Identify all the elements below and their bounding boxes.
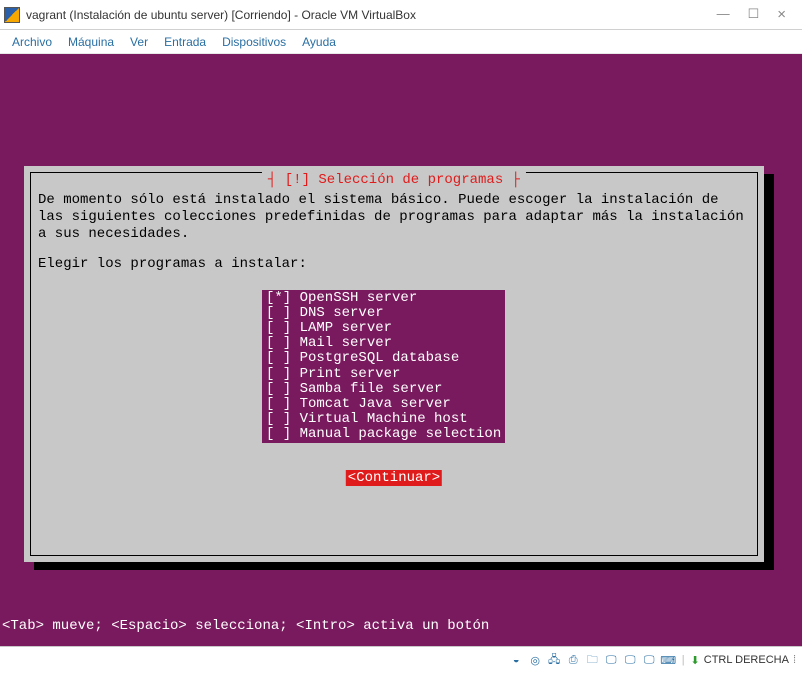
dialog-paragraph: De momento sólo está instalado el sistem… [38, 192, 750, 242]
shared-folders-icon[interactable]: 🗀 [585, 653, 600, 668]
menu-dispositivos[interactable]: Dispositivos [222, 35, 286, 49]
software-item[interactable]: [ ] Manual package selection [266, 427, 501, 442]
host-key-label: CTRL DERECHA [704, 654, 789, 666]
separator: | [682, 654, 685, 666]
vm-screen[interactable]: ┤ [!] Selección de programas ├ De moment… [0, 54, 802, 646]
menu-ver[interactable]: Ver [130, 35, 148, 49]
mouse-integration-icon[interactable]: ⌨ [661, 653, 676, 668]
window-titlebar: vagrant (Instalación de ubuntu server) [… [0, 0, 802, 30]
virtualbox-icon [4, 7, 20, 23]
dialog-content: De momento sólo está instalado el sistem… [38, 192, 750, 273]
software-item[interactable]: [ ] LAMP server [266, 321, 501, 336]
software-selection-list[interactable]: [*] OpenSSH server[ ] DNS server[ ] LAMP… [262, 290, 505, 443]
menu-ayuda[interactable]: Ayuda [302, 35, 336, 49]
audio-icon[interactable]: 🖵 [642, 653, 657, 668]
close-button[interactable]: × [777, 6, 786, 23]
host-key-indicator[interactable]: ⬇ CTRL DERECHA [691, 654, 789, 667]
software-item[interactable]: [ ] Print server [266, 367, 501, 382]
display-icon[interactable]: 🖵 [604, 653, 619, 668]
maximize-button[interactable]: ☐ [748, 6, 760, 23]
statusbar: ◒ ◎ 🖧 ⎙ 🗀 🖵 🖵 🖵 ⌨ | ⬇ CTRL DERECHA ⁞ [0, 646, 802, 673]
menu-maquina[interactable]: Máquina [68, 35, 114, 49]
software-item[interactable]: [*] OpenSSH server [266, 291, 501, 306]
statusbar-chevron-icon[interactable]: ⁞ [793, 654, 796, 666]
software-item[interactable]: [ ] DNS server [266, 306, 501, 321]
software-item[interactable]: [ ] PostgreSQL database [266, 351, 501, 366]
usb-icon[interactable]: ⎙ [566, 653, 581, 668]
optical-disk-icon[interactable]: ◎ [528, 653, 543, 668]
window-title: vagrant (Instalación de ubuntu server) [… [26, 8, 717, 22]
menubar: Archivo Máquina Ver Entrada Dispositivos… [0, 30, 802, 54]
network-icon[interactable]: 🖧 [547, 653, 562, 668]
host-key-arrow-icon: ⬇ [691, 654, 700, 667]
recording-icon[interactable]: 🖵 [623, 653, 638, 668]
dialog-prompt: Elegir los programas a instalar: [38, 256, 750, 273]
tasksel-dialog: ┤ [!] Selección de programas ├ De moment… [24, 166, 764, 562]
menu-entrada[interactable]: Entrada [164, 35, 206, 49]
dialog-title: ┤ [!] Selección de programas ├ [262, 172, 526, 188]
software-item[interactable]: [ ] Mail server [266, 336, 501, 351]
software-item[interactable]: [ ] Virtual Machine host [266, 412, 501, 427]
nav-hint: <Tab> mueve; <Espacio> selecciona; <Intr… [2, 618, 489, 634]
software-item[interactable]: [ ] Samba file server [266, 382, 501, 397]
hard-disk-icon[interactable]: ◒ [509, 653, 524, 668]
window-controls: — ☐ × [717, 6, 798, 23]
software-item[interactable]: [ ] Tomcat Java server [266, 397, 501, 412]
continue-button[interactable]: <Continuar> [346, 470, 442, 486]
menu-archivo[interactable]: Archivo [12, 35, 52, 49]
minimize-button[interactable]: — [717, 6, 730, 23]
